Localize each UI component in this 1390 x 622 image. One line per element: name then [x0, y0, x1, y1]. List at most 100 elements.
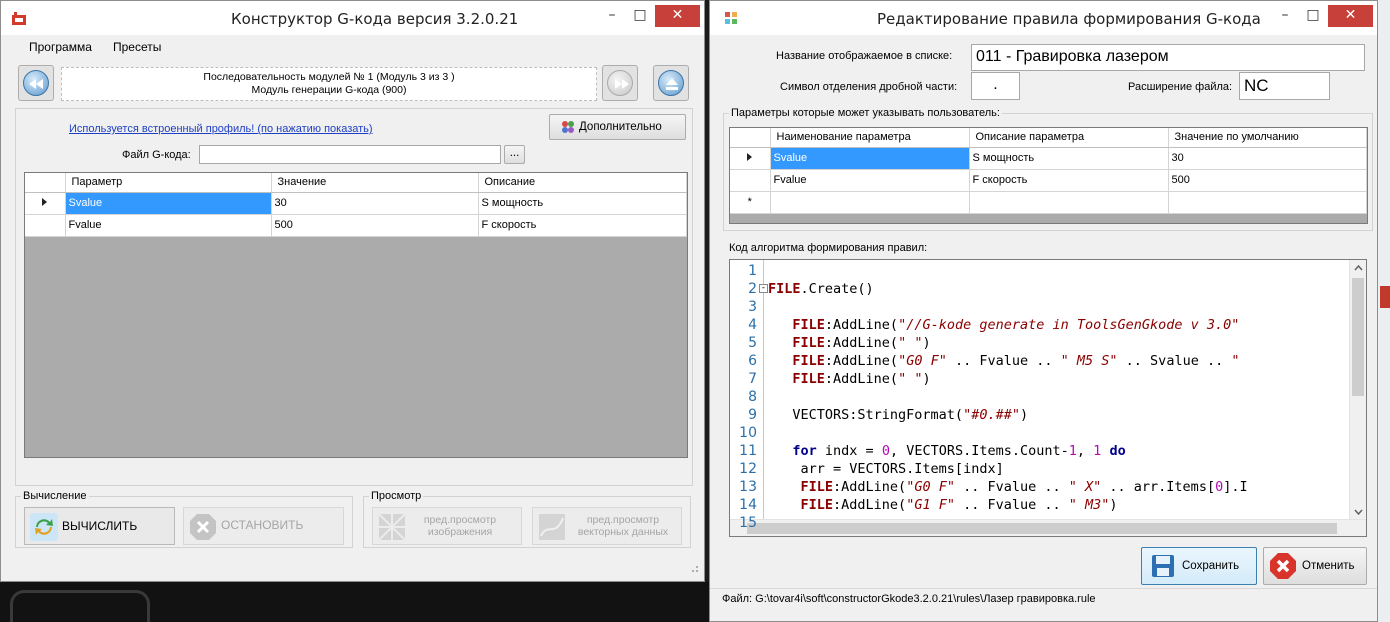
- row-selector[interactable]: [25, 214, 66, 237]
- column-header-parameter[interactable]: Параметр: [65, 173, 272, 193]
- eject-button[interactable]: [653, 65, 689, 101]
- more-button-label: Дополнительно: [579, 121, 662, 133]
- floppy-disk-icon: [1152, 555, 1174, 577]
- scroll-up-icon[interactable]: [1350, 260, 1367, 276]
- display-name-input[interactable]: 011 - Гравировка лазером: [971, 44, 1365, 71]
- vertical-scroll-thumb[interactable]: [1352, 278, 1364, 396]
- code-line[interactable]: FILE:AddLine("G1 F" .. Fvalue .. " M3"): [768, 496, 1118, 514]
- menu-presets[interactable]: Пресеты: [113, 40, 161, 54]
- code-line[interactable]: VECTORS:StringFormat("#0.##"): [768, 406, 1028, 424]
- code-line[interactable]: for indx = 0, VECTORS.Items.Count-1, 1 d…: [768, 442, 1125, 460]
- params-grid[interactable]: Параметр Значение Описание Svalue 30 S м…: [24, 172, 688, 458]
- maximize-button[interactable]: □: [1300, 5, 1326, 27]
- table-row[interactable]: Svalue S мощность 30: [730, 147, 1367, 170]
- cell-param-description[interactable]: F скорость: [478, 214, 687, 237]
- row-selector[interactable]: [730, 169, 771, 192]
- stop-button[interactable]: ОСТАНОВИТЬ: [183, 507, 344, 545]
- code-line[interactable]: FILE:AddLine("G0 F" .. Fvalue .. " M5 S"…: [768, 352, 1239, 370]
- table-row[interactable]: Fvalue 500 F скорость: [25, 214, 687, 237]
- title-bar[interactable]: Редактирование правила формирования G-ко…: [710, 1, 1377, 35]
- user-params-grid[interactable]: Наименование параметра Описание параметр…: [729, 127, 1368, 224]
- minimize-button[interactable]: –: [599, 5, 625, 27]
- line-number: 14: [739, 497, 757, 513]
- file-extension-input[interactable]: NC: [1239, 72, 1330, 100]
- status-file-path: Файл: G:\tovar4i\soft\constructorGkode3.…: [722, 593, 1096, 605]
- code-line[interactable]: FILE.Create(): [768, 280, 874, 298]
- vertical-scrollbar[interactable]: [1349, 260, 1366, 520]
- preview-vector-button[interactable]: пред.просмотр векторных данных: [532, 507, 682, 545]
- line-number: 3: [748, 299, 757, 315]
- title-bar[interactable]: Конструктор G-кода версия 3.2.0.21 – □ ✕: [1, 1, 704, 35]
- save-button[interactable]: Сохранить: [1141, 547, 1257, 585]
- desktop-logo-fragment: [10, 590, 150, 622]
- cancel-icon: [1270, 553, 1296, 579]
- cell-param-name[interactable]: Svalue: [65, 192, 272, 215]
- form-icon: [725, 12, 737, 24]
- options-icon: [562, 121, 574, 133]
- params-table: Параметр Значение Описание Svalue 30 S м…: [25, 173, 687, 237]
- prev-module-button[interactable]: [18, 65, 54, 101]
- cell-param-default[interactable]: 30: [1168, 147, 1367, 170]
- column-header-default-value[interactable]: Значение по умолчанию: [1168, 128, 1367, 148]
- table-row[interactable]: Svalue 30 S мощность: [25, 192, 687, 215]
- cell-param-name[interactable]: Svalue: [770, 147, 970, 170]
- horizontal-scroll-thumb[interactable]: [747, 523, 1337, 534]
- code-editor[interactable]: FILE.Create() FILE:AddLine("//G-kode gen…: [729, 259, 1367, 537]
- browse-button[interactable]: ...: [504, 145, 525, 164]
- column-header-param-name[interactable]: Наименование параметра: [770, 128, 970, 148]
- resize-grip-icon[interactable]: [689, 563, 699, 573]
- preview-image-button[interactable]: пред.просмотр изображения: [372, 507, 522, 545]
- cell-param-name[interactable]: Fvalue: [770, 169, 970, 192]
- close-button[interactable]: ✕: [655, 5, 700, 27]
- menu-program[interactable]: Программа: [29, 40, 92, 54]
- cell-param-value[interactable]: 500: [271, 214, 479, 237]
- code-line[interactable]: FILE:AddLine("G0 F" .. Fvalue .. " X" ..…: [768, 478, 1248, 496]
- line-number: 9: [748, 407, 757, 423]
- cancel-button[interactable]: Отменить: [1263, 547, 1367, 585]
- cell-param-value[interactable]: 30: [271, 192, 479, 215]
- cell-param-default[interactable]: 500: [1168, 169, 1367, 192]
- decimal-separator-label: Символ отделения дробной части:: [780, 81, 958, 93]
- maximize-button[interactable]: □: [627, 5, 653, 27]
- table-row[interactable]: Fvalue F скорость 500: [730, 169, 1367, 192]
- calculate-button[interactable]: ВЫЧИСЛИТЬ: [24, 507, 175, 545]
- decimal-separator-input[interactable]: .: [971, 72, 1020, 100]
- code-line[interactable]: FILE:AddLine(" "): [768, 370, 930, 388]
- gcode-file-input[interactable]: [199, 145, 501, 164]
- cell-param-name[interactable]: Fvalue: [65, 214, 272, 237]
- column-header-value[interactable]: Значение: [271, 173, 479, 193]
- line-number: 15: [739, 515, 757, 531]
- builtin-profile-link[interactable]: Используется встроенный профиль! (по наж…: [69, 123, 373, 135]
- minimize-button[interactable]: –: [1272, 5, 1298, 27]
- row-selector[interactable]: [25, 192, 66, 215]
- new-row[interactable]: *: [730, 191, 1367, 214]
- line-number: 1: [748, 263, 757, 279]
- eject-icon: [666, 78, 678, 90]
- preview-image-label: пред.просмотр изображения: [423, 514, 497, 538]
- close-button[interactable]: ✕: [1328, 5, 1373, 27]
- code-line[interactable]: arr = VECTORS.Items[indx]: [768, 460, 1004, 478]
- column-header-param-description[interactable]: Описание параметра: [969, 128, 1169, 148]
- cell-param-description[interactable]: S мощность: [969, 147, 1169, 170]
- calculation-group-label: Вычисление: [21, 490, 89, 502]
- code-label: Код алгоритма формирования правил:: [729, 242, 928, 254]
- next-module-button[interactable]: [602, 65, 638, 101]
- more-button[interactable]: Дополнительно: [549, 114, 686, 140]
- row-selector[interactable]: [730, 147, 771, 170]
- line-number: 8: [748, 389, 757, 405]
- code-line[interactable]: FILE:AddLine(" "): [768, 334, 930, 352]
- module-sequence-panel: Последовательность модулей № 1 (Модуль 3…: [61, 67, 597, 101]
- line-number: 7: [748, 371, 757, 387]
- cancel-button-label: Отменить: [1302, 560, 1355, 572]
- horizontal-scrollbar[interactable]: [730, 519, 1366, 536]
- column-header-description[interactable]: Описание: [478, 173, 687, 193]
- code-line[interactable]: FILE:AddLine("//G-kode generate in Tools…: [768, 316, 1239, 334]
- refresh-icon: [30, 513, 58, 541]
- scroll-down-icon[interactable]: [1350, 504, 1367, 520]
- new-row-marker: *: [730, 191, 771, 214]
- cell-param-description[interactable]: S мощность: [478, 192, 687, 215]
- line-number: 2: [748, 281, 757, 297]
- line-number: 4: [748, 317, 757, 333]
- fold-toggle-icon[interactable]: -: [759, 284, 768, 293]
- cell-param-description[interactable]: F скорость: [969, 169, 1169, 192]
